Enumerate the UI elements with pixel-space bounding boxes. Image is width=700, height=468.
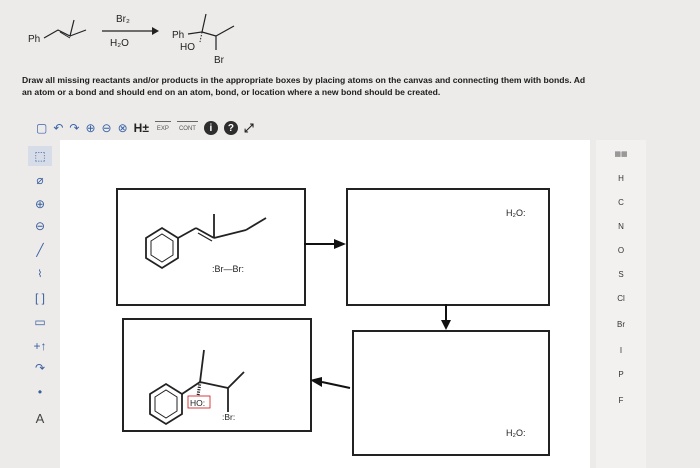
help-icon[interactable]: ? <box>223 121 238 135</box>
undo-icon[interactable]: ↶ <box>53 121 63 135</box>
new-document-icon[interactable]: ▢ <box>36 121 47 135</box>
arrow-head-2 <box>441 320 451 330</box>
zoom-in-icon[interactable]: ⊕ <box>85 121 95 135</box>
bracket-tool-icon[interactable]: [ ] <box>28 288 52 308</box>
element-Cl[interactable]: Cl <box>596 294 646 303</box>
info-icon[interactable]: i <box>203 121 218 135</box>
zoom-out-icon[interactable]: ⊖ <box>102 121 112 135</box>
single-bond-icon[interactable]: ╱ <box>28 240 52 260</box>
instructions-line-1: Draw all missing reactants and/or produc… <box>22 75 586 85</box>
editor-toolbar: ▢ ↶ ↷ ⊕ ⊖ ⊗ H± EXP CONT i ? ⤢ <box>36 117 254 139</box>
plus-arrow-icon[interactable]: +↑ <box>28 336 52 356</box>
element-N[interactable]: N <box>596 222 646 231</box>
fullscreen-icon[interactable]: ⤢ <box>244 121 254 135</box>
arrow-head-3 <box>310 377 322 387</box>
element-F[interactable]: F <box>596 396 646 405</box>
minus-charge-icon[interactable]: ⊖ <box>28 216 52 236</box>
element-H[interactable]: H <box>596 174 646 183</box>
lone-pair-icon[interactable]: • <box>28 382 52 402</box>
contract-button[interactable]: CONT <box>176 120 198 136</box>
arrow-head-1 <box>334 239 346 249</box>
rectangle-tool-icon[interactable]: ▭ <box>28 312 52 332</box>
element-S[interactable]: S <box>596 270 646 279</box>
periodic-table-icon[interactable]: ▦▦ <box>596 150 646 158</box>
reactant-ph-label: Ph <box>28 34 41 45</box>
clear-icon[interactable]: ⊗ <box>118 121 128 135</box>
instructions: Draw all missing reactants and/or produc… <box>22 74 700 98</box>
arrow-box3-to-box4 <box>321 381 351 389</box>
left-toolbar: ⬚ ⌀ ⊕ ⊖ ╱ ⌇ [ ] ▭ +↑ ↷ • A <box>28 146 54 456</box>
redo-icon[interactable]: ↷ <box>69 121 79 135</box>
canvas-arrows <box>304 239 451 389</box>
product-skeleton <box>187 13 235 50</box>
explicit-hydrogens-button[interactable]: H± <box>134 121 149 135</box>
element-Br[interactable]: Br <box>596 320 646 329</box>
instructions-line-2: an atom or a bond and should end on an a… <box>22 87 441 97</box>
drawing-canvas[interactable]: :Br—Br: H₂O: H₂O: HO: :Br: <box>60 140 590 468</box>
reaction-scheme: Ph Br₂ H₂O Ph HO Br <box>0 0 700 70</box>
electron-arrow-icon[interactable]: ↷ <box>28 358 52 378</box>
element-O[interactable]: O <box>596 246 646 255</box>
product-ph-label: Ph <box>172 30 185 41</box>
reaction-arrow <box>102 27 159 35</box>
reagent-br2: Br₂ <box>116 14 130 25</box>
element-P[interactable]: P <box>596 370 646 379</box>
element-C[interactable]: C <box>596 198 646 207</box>
chain-tool-icon[interactable]: ⌇ <box>28 264 52 284</box>
eraser-icon[interactable]: ⌀ <box>28 170 52 190</box>
select-tool-icon[interactable]: ⬚ <box>28 146 52 166</box>
expand-button[interactable]: EXP <box>154 120 171 136</box>
element-I[interactable]: I <box>596 346 646 355</box>
element-panel: ▦▦ H C N O S Cl Br I P F <box>596 140 646 468</box>
reagent-h2o: H₂O <box>110 38 129 49</box>
plus-charge-icon[interactable]: ⊕ <box>28 194 52 214</box>
reactant-skeleton <box>43 19 87 39</box>
atom-label-tool-icon[interactable]: A <box>28 408 52 428</box>
